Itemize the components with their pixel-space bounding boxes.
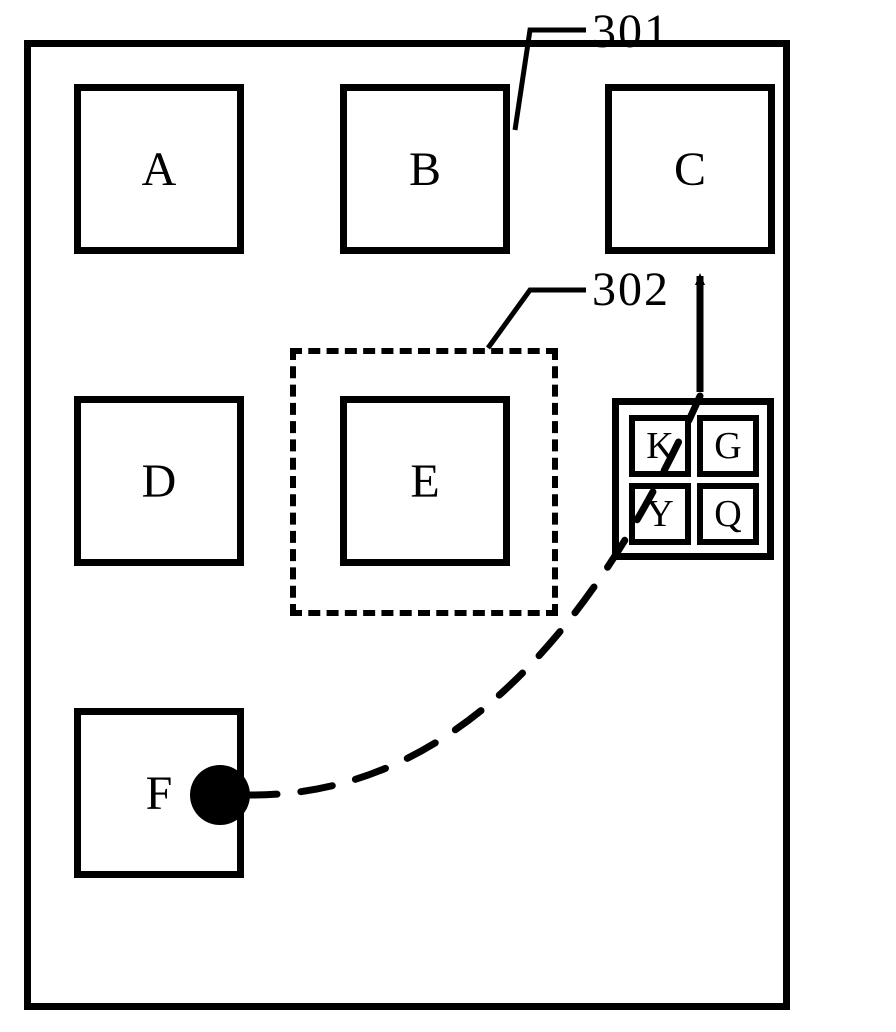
- folder-item-k: K: [629, 415, 691, 477]
- folder-item-q-label: Q: [714, 492, 741, 536]
- folder-item-y: Y: [629, 483, 691, 545]
- folder-item-y-label: Y: [646, 492, 673, 536]
- folder-block: K G Y Q: [612, 398, 774, 560]
- box-f: F: [74, 708, 244, 878]
- box-b-label: B: [409, 142, 441, 197]
- folder-item-g: G: [697, 415, 759, 477]
- callout-301: 301: [592, 4, 670, 59]
- folder-item-g-label: G: [714, 424, 741, 468]
- box-a-label: A: [142, 142, 177, 197]
- box-d: D: [74, 396, 244, 566]
- folder-item-k-label: K: [646, 424, 673, 468]
- box-d-label: D: [142, 454, 177, 509]
- diagram-canvas: A B C D E K G Y Q F 301 302: [0, 0, 896, 1032]
- box-e: E: [340, 396, 510, 566]
- callout-302: 302: [592, 262, 670, 317]
- folder-item-q: Q: [697, 483, 759, 545]
- box-c: C: [605, 84, 775, 254]
- box-f-label: F: [146, 766, 173, 821]
- box-e-label: E: [410, 454, 439, 509]
- box-c-label: C: [674, 142, 706, 197]
- box-a: A: [74, 84, 244, 254]
- box-b: B: [340, 84, 510, 254]
